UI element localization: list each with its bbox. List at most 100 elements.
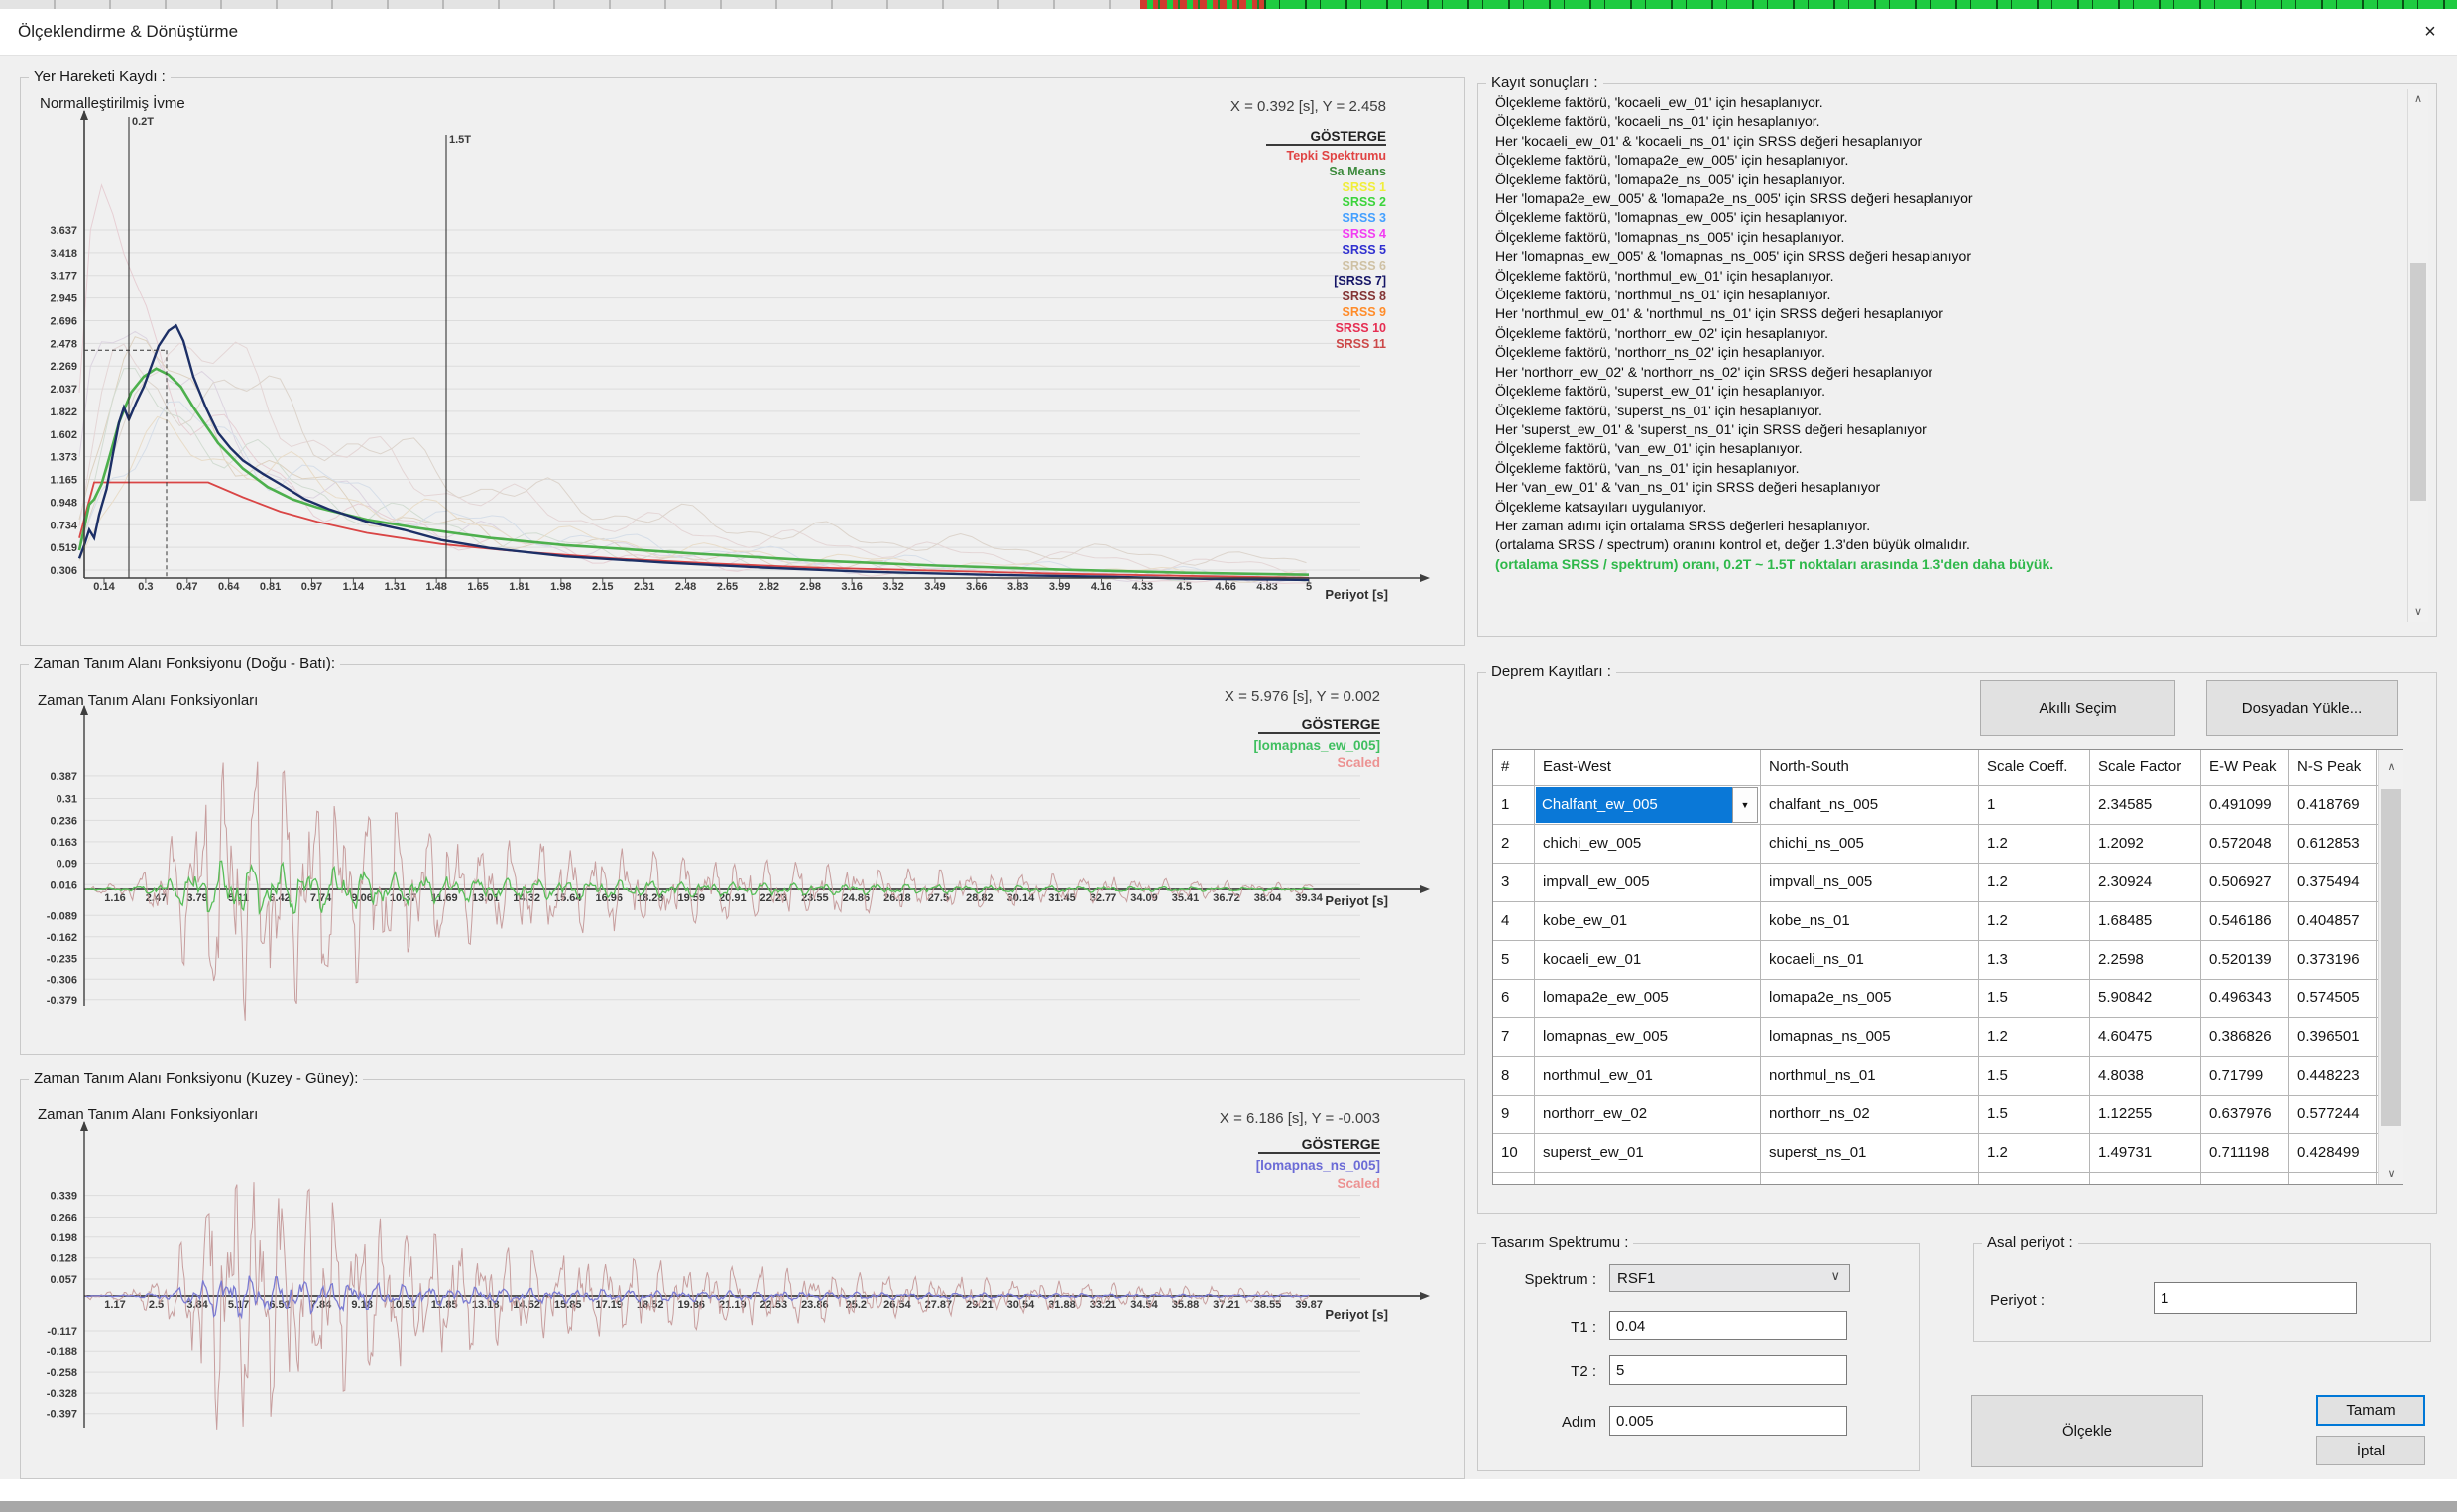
t1-field[interactable] [1609,1311,1847,1340]
table-cell[interactable]: 8 [1493,1057,1535,1095]
table-cell[interactable]: 1.2 [1979,1018,2090,1056]
table-cell[interactable]: 1.2 [1979,902,2090,940]
table-cell[interactable]: 0.491099 [2201,786,2289,824]
table-cell[interactable]: 0.574505 [2289,980,2377,1017]
table-cell[interactable]: 0.386826 [2201,1018,2289,1056]
table-cell[interactable]: 1.5 [1979,1057,2090,1095]
table-cell[interactable]: chalfant_ns_005 [1761,786,1979,824]
table-cell[interactable]: chichi_ns_005 [1761,825,1979,863]
table-scrollbar[interactable]: ∧ ∨ [2378,750,2403,1184]
table-cell[interactable]: 9 [1493,1096,1535,1133]
table-cell[interactable]: lomapa2e_ns_005 [1761,980,1979,1017]
table-cell[interactable]: 0.612853 [2289,825,2377,863]
table-cell[interactable]: 6 [1493,980,1535,1017]
table-cell[interactable]: 2.2598 [2090,941,2201,979]
load-from-file-button[interactable]: Dosyadan Yükle... [2206,680,2398,736]
scale-button[interactable]: Ölçekle [1971,1395,2203,1467]
table-cell[interactable]: 1.2 [1979,864,2090,901]
table-cell[interactable]: 0.711198 [2201,1134,2289,1172]
table-cell[interactable]: northmul_ew_01 [1535,1057,1761,1095]
ok-button[interactable]: Tamam [2316,1395,2425,1426]
table-cell[interactable]: 5.90842 [2090,980,2201,1017]
table-cell[interactable]: kobe_ew_01 [1535,902,1761,940]
table-cell[interactable]: 1.2 [1979,825,2090,863]
table-cell[interactable]: lomapnas_ns_005 [1761,1018,1979,1056]
table-cell[interactable]: 2.34585 [2090,786,2201,824]
table-cell[interactable]: 0.396501 [2289,1018,2377,1056]
step-field[interactable] [1609,1406,1847,1436]
table-row[interactable]: 10superst_ew_01superst_ns_011.21.497310.… [1493,1134,2402,1173]
close-icon[interactable]: × [2415,17,2445,47]
log-scrollbar-thumb[interactable] [2410,263,2426,501]
table-cell[interactable]: northorr_ns_02 [1761,1096,1979,1133]
table-cell[interactable]: northorr_ew_02 [1535,1096,1761,1133]
spektrum-select[interactable]: RSF1 ∨ [1609,1264,1850,1292]
table-cell[interactable]: 1.68485 [2090,902,2201,940]
table-row[interactable]: 6lomapa2e_ew_005lomapa2e_ns_0051.55.9084… [1493,980,2402,1018]
table-row[interactable]: 9northorr_ew_02northorr_ns_021.51.122550… [1493,1096,2402,1134]
table-cell[interactable]: 0.448223 [2289,1057,2377,1095]
table-cell[interactable]: 1.5 [1979,980,2090,1017]
table-cell[interactable]: lomapnas_ew_005 [1535,1018,1761,1056]
table-cell[interactable]: 2.30924 [2090,864,2201,901]
table-cell[interactable]: kocaeli_ew_01 [1535,941,1761,979]
table-cell[interactable]: impvall_ew_005 [1535,864,1761,901]
table-cell[interactable]: 1.5 [1979,1096,2090,1133]
smart-select-button[interactable]: Akıllı Seçim [1980,680,2175,736]
table-row[interactable]: 1Chalfant_ew_005▼chalfant_ns_00512.34585… [1493,786,2402,825]
table-cell[interactable]: 0.637976 [2201,1096,2289,1133]
table-cell[interactable]: superst_ew_01 [1535,1134,1761,1172]
table-row[interactable]: 7lomapnas_ew_005lomapnas_ns_0051.24.6047… [1493,1018,2402,1057]
table-cell[interactable]: 4.60475 [2090,1018,2201,1056]
table-cell[interactable]: 0.373196 [2289,941,2377,979]
east-west-dropdown[interactable]: Chalfant_ew_005▼ [1535,786,1761,824]
table-scrollbar-thumb[interactable] [2381,789,2401,1126]
table-cell[interactable]: 2 [1493,825,1535,863]
table-cell[interactable]: 1.12255 [2090,1096,2201,1133]
table-cell[interactable]: 5 [1493,941,1535,979]
table-row[interactable]: 2chichi_ew_005chichi_ns_0051.21.20920.57… [1493,825,2402,864]
table-cell[interactable]: 1 [1493,786,1535,824]
scroll-up-icon[interactable]: ∧ [2379,757,2403,777]
scroll-down-icon[interactable]: ∨ [2408,602,2428,622]
table-cell[interactable]: 1.49731 [2090,1134,2201,1172]
table-cell[interactable]: 1.2092 [2090,825,2201,863]
table-cell[interactable]: 4.8038 [2090,1057,2201,1095]
table-cell[interactable]: 0.546186 [2201,902,2289,940]
table-cell[interactable]: 0.375494 [2289,864,2377,901]
t2-field[interactable] [1609,1355,1847,1385]
table-cell[interactable]: 0.71799 [2201,1057,2289,1095]
table-cell[interactable]: 0.572048 [2201,825,2289,863]
table-cell[interactable]: 1.3 [1979,941,2090,979]
table-cell[interactable]: 10 [1493,1134,1535,1172]
table-cell[interactable]: 0.520139 [2201,941,2289,979]
table-cell[interactable]: 0.428499 [2289,1134,2377,1172]
scroll-up-icon[interactable]: ∧ [2408,89,2428,109]
table-cell[interactable]: 0.577244 [2289,1096,2377,1133]
table-cell[interactable]: 0.404857 [2289,902,2377,940]
table-cell[interactable]: 3 [1493,864,1535,901]
cancel-button[interactable]: İptal [2316,1436,2425,1465]
table-cell[interactable]: northmul_ns_01 [1761,1057,1979,1095]
records-table[interactable]: #East-WestNorth-SouthScale Coeff.Scale F… [1492,749,2403,1185]
table-row[interactable]: 5kocaeli_ew_01kocaeli_ns_011.32.25980.52… [1493,941,2402,980]
table-row[interactable]: 8northmul_ew_01northmul_ns_011.54.80380.… [1493,1057,2402,1096]
table-cell[interactable]: 7 [1493,1018,1535,1056]
periyot-field[interactable] [2154,1282,2357,1314]
table-cell[interactable]: 0.418769 [2289,786,2377,824]
table-cell[interactable]: impvall_ns_005 [1761,864,1979,901]
table-cell[interactable]: kocaeli_ns_01 [1761,941,1979,979]
dropdown-arrow-button[interactable]: ▼ [1732,787,1758,823]
table-cell[interactable]: kobe_ns_01 [1761,902,1979,940]
table-cell[interactable]: 1.2 [1979,1134,2090,1172]
table-cell[interactable]: lomapa2e_ew_005 [1535,980,1761,1017]
table-cell[interactable]: 0.496343 [2201,980,2289,1017]
table-cell[interactable]: 0.506927 [2201,864,2289,901]
table-row[interactable]: 3impvall_ew_005impvall_ns_0051.22.309240… [1493,864,2402,902]
table-row[interactable]: 4kobe_ew_01kobe_ns_011.21.684850.5461860… [1493,902,2402,941]
table-cell[interactable]: chichi_ew_005 [1535,825,1761,863]
table-cell[interactable]: 1 [1979,786,2090,824]
scroll-down-icon[interactable]: ∨ [2379,1164,2403,1184]
table-cell[interactable]: superst_ns_01 [1761,1134,1979,1172]
log-scrollbar[interactable]: ∧ ∨ [2407,89,2428,622]
